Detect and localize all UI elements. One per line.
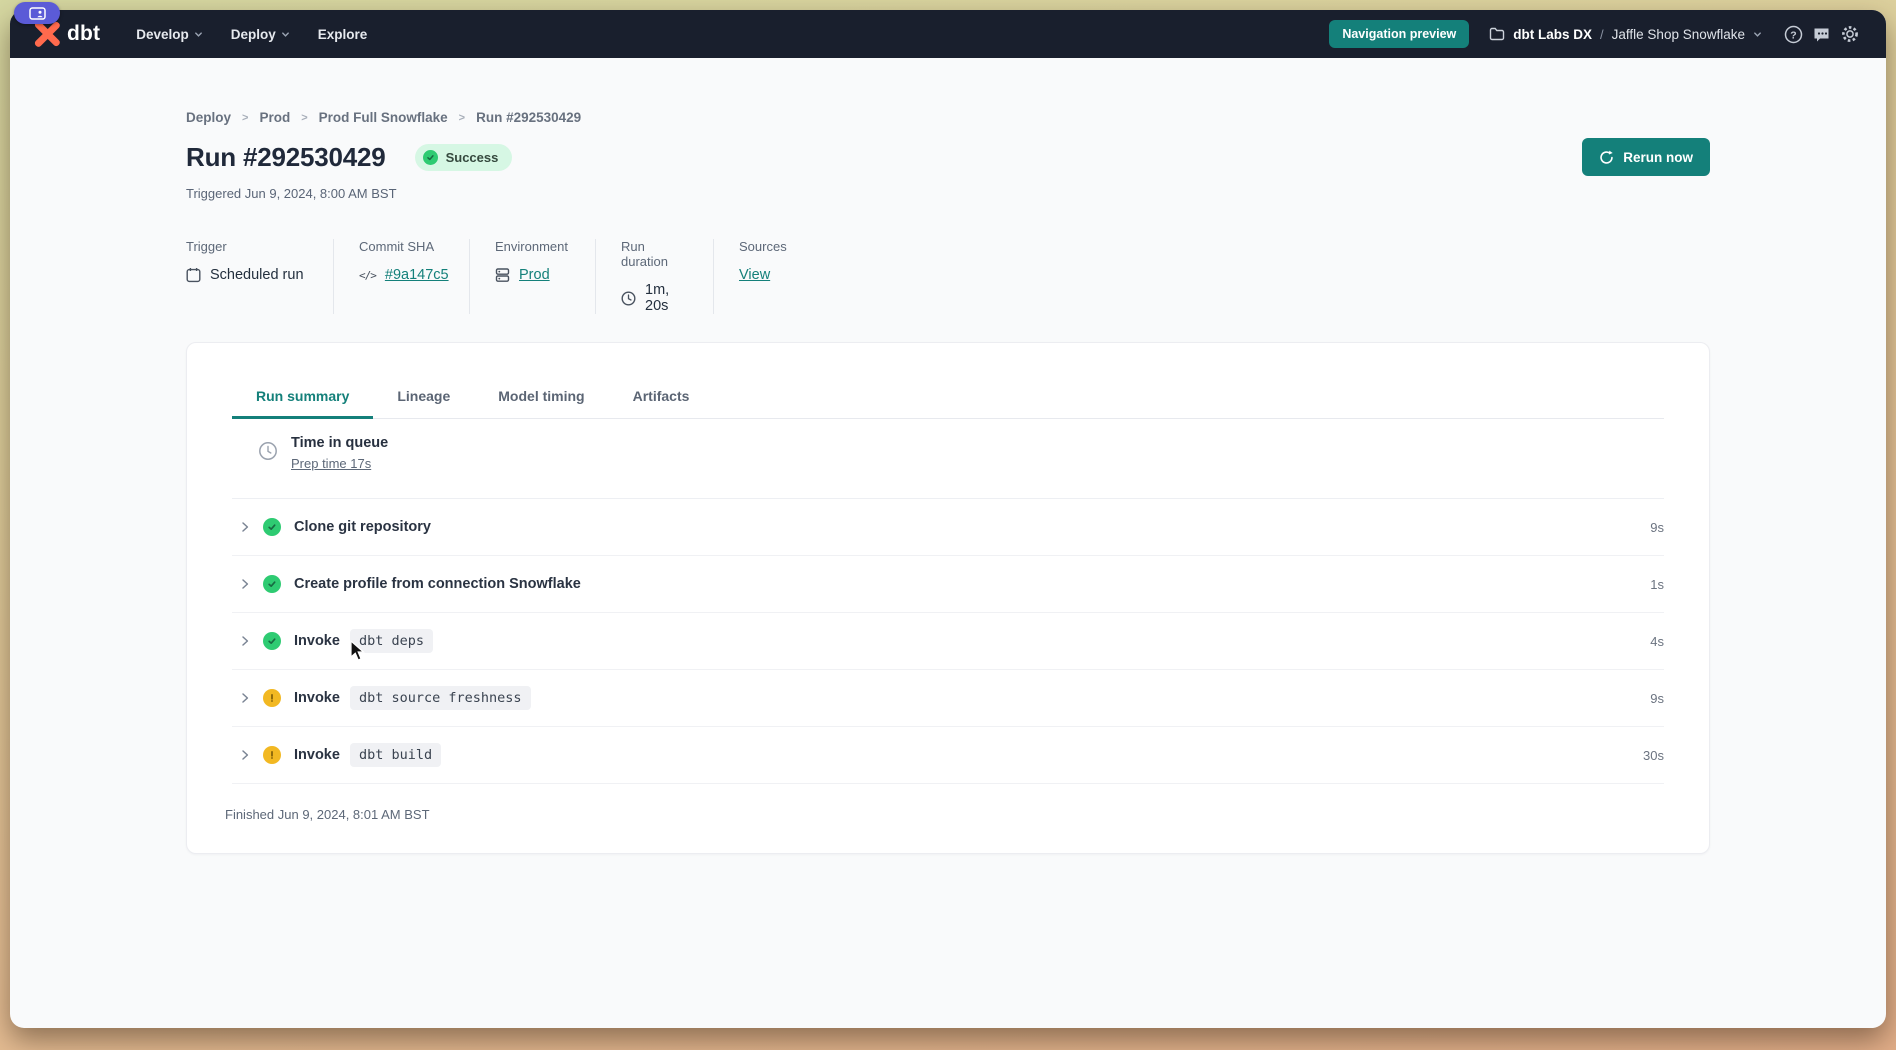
- screen-share-badge[interactable]: [14, 2, 60, 24]
- breadcrumb-separator: >: [459, 112, 465, 124]
- warning-icon: [263, 746, 281, 764]
- help-icon[interactable]: ?: [1784, 25, 1803, 44]
- chevron-down-icon: [1753, 30, 1762, 39]
- tab-model-timing[interactable]: Model timing: [474, 376, 608, 419]
- tab-lineage[interactable]: Lineage: [373, 376, 474, 419]
- trigger-value: Scheduled run: [210, 267, 304, 283]
- success-icon: [423, 150, 438, 165]
- run-summary-card: Run summary Lineage Model timing Artifac…: [186, 342, 1710, 854]
- step-label: Invoke: [294, 690, 340, 706]
- finished-timestamp: Finished Jun 9, 2024, 8:01 AM BST: [225, 784, 1664, 822]
- account-switcher[interactable]: dbt Labs DX / Jaffle Shop Snowflake: [1489, 27, 1762, 42]
- breadcrumb-separator: >: [301, 112, 307, 124]
- project-name: Jaffle Shop Snowflake: [1612, 27, 1745, 42]
- dbt-logo[interactable]: dbt: [34, 21, 100, 47]
- step-row-dbt-deps[interactable]: Invoke dbt deps 4s: [232, 613, 1664, 670]
- step-command: dbt deps: [350, 629, 433, 653]
- settings-icon[interactable]: [1840, 24, 1860, 44]
- triggered-timestamp: Triggered Jun 9, 2024, 8:00 AM BST: [186, 186, 1710, 201]
- meta-trigger: Trigger Scheduled run: [186, 239, 333, 314]
- chevron-down-icon: [281, 30, 290, 39]
- status-badge: Success: [415, 144, 513, 171]
- timer-icon: [258, 441, 278, 466]
- tab-run-summary[interactable]: Run summary: [232, 376, 373, 419]
- calendar-icon: [186, 267, 201, 283]
- chevron-right-icon[interactable]: [239, 578, 251, 590]
- tab-bar: Run summary Lineage Model timing Artifac…: [232, 343, 1664, 419]
- step-row-dbt-build[interactable]: Invoke dbt build 30s: [232, 727, 1664, 784]
- success-icon: [263, 632, 281, 650]
- meta-environment: Environment Prod: [469, 239, 595, 314]
- step-duration: 4s: [1650, 634, 1664, 649]
- chevron-right-icon[interactable]: [239, 635, 251, 647]
- nav-menu-deploy[interactable]: Deploy: [217, 10, 304, 58]
- top-navbar: dbt Develop Deploy Explore Navigation pr…: [10, 10, 1886, 58]
- step-row-dbt-source-freshness[interactable]: Invoke dbt source freshness 9s: [232, 670, 1664, 727]
- chevron-right-icon[interactable]: [239, 749, 251, 761]
- account-name: dbt Labs DX: [1513, 27, 1592, 42]
- svg-text:?: ?: [1790, 29, 1796, 41]
- meta-run-duration: Run duration 1m, 20s: [595, 239, 713, 314]
- refresh-icon: [1599, 150, 1614, 165]
- dbt-logo-text: dbt: [67, 22, 100, 46]
- breadcrumb-job[interactable]: Prod Full Snowflake: [319, 110, 448, 125]
- account-separator: /: [1600, 27, 1604, 42]
- step-label: Invoke: [294, 633, 340, 649]
- commit-sha-link[interactable]: #9a147c5: [385, 267, 449, 283]
- feedback-icon[interactable]: [1812, 25, 1831, 44]
- dbt-logo-icon: [34, 21, 60, 47]
- desktop-background: dbt Develop Deploy Explore Navigation pr…: [0, 0, 1896, 1050]
- chevron-right-icon[interactable]: [239, 521, 251, 533]
- step-duration: 9s: [1650, 691, 1664, 706]
- chevron-down-icon: [194, 30, 203, 39]
- nav-menu-develop[interactable]: Develop: [122, 10, 217, 58]
- nav-menu-explore[interactable]: Explore: [304, 10, 382, 58]
- step-label: Create profile from connection Snowflake: [294, 576, 581, 592]
- screen-share-user-icon: [29, 7, 46, 20]
- run-detail-page: Deploy > Prod > Prod Full Snowflake > Ru…: [10, 58, 1886, 854]
- code-icon: </>: [359, 269, 376, 282]
- chevron-right-icon[interactable]: [239, 692, 251, 704]
- meta-commit-sha: Commit SHA </> #9a147c5: [333, 239, 469, 314]
- queue-title: Time in queue: [291, 435, 388, 451]
- warning-icon: [263, 689, 281, 707]
- folder-icon: [1489, 27, 1505, 41]
- step-duration: 30s: [1643, 748, 1664, 763]
- step-row-clone-git[interactable]: Clone git repository 9s: [232, 499, 1664, 556]
- step-duration: 9s: [1650, 520, 1664, 535]
- step-label: Clone git repository: [294, 519, 431, 535]
- breadcrumb-deploy[interactable]: Deploy: [186, 110, 231, 125]
- app-window: dbt Develop Deploy Explore Navigation pr…: [10, 10, 1886, 1028]
- clock-icon: [621, 291, 636, 306]
- step-label: Invoke: [294, 747, 340, 763]
- success-icon: [263, 575, 281, 593]
- tab-artifacts[interactable]: Artifacts: [609, 376, 714, 419]
- step-row-create-profile[interactable]: Create profile from connection Snowflake…: [232, 556, 1664, 613]
- breadcrumb-run: Run #292530429: [476, 110, 581, 125]
- time-in-queue-section: Time in queue Prep time 17s: [232, 419, 1664, 499]
- breadcrumb: Deploy > Prod > Prod Full Snowflake > Ru…: [186, 58, 1710, 125]
- page-title: Run #292530429: [186, 142, 386, 173]
- breadcrumb-separator: >: [242, 112, 248, 124]
- rerun-now-button[interactable]: Rerun now: [1582, 138, 1710, 176]
- step-duration: 1s: [1650, 577, 1664, 592]
- success-icon: [263, 518, 281, 536]
- prep-time-link[interactable]: Prep time 17s: [291, 456, 371, 471]
- meta-sources: Sources View: [713, 239, 807, 314]
- status-badge-label: Success: [446, 150, 499, 165]
- run-duration-value: 1m, 20s: [645, 282, 693, 314]
- environment-link[interactable]: Prod: [519, 267, 550, 283]
- step-command: dbt source freshness: [350, 686, 531, 710]
- breadcrumb-prod[interactable]: Prod: [259, 110, 290, 125]
- environment-icon: [495, 267, 510, 283]
- step-command: dbt build: [350, 743, 441, 767]
- navigation-preview-button[interactable]: Navigation preview: [1329, 20, 1469, 48]
- run-metadata: Trigger Scheduled run Commit SHA </> #: [186, 239, 1710, 314]
- sources-view-link[interactable]: View: [739, 267, 770, 283]
